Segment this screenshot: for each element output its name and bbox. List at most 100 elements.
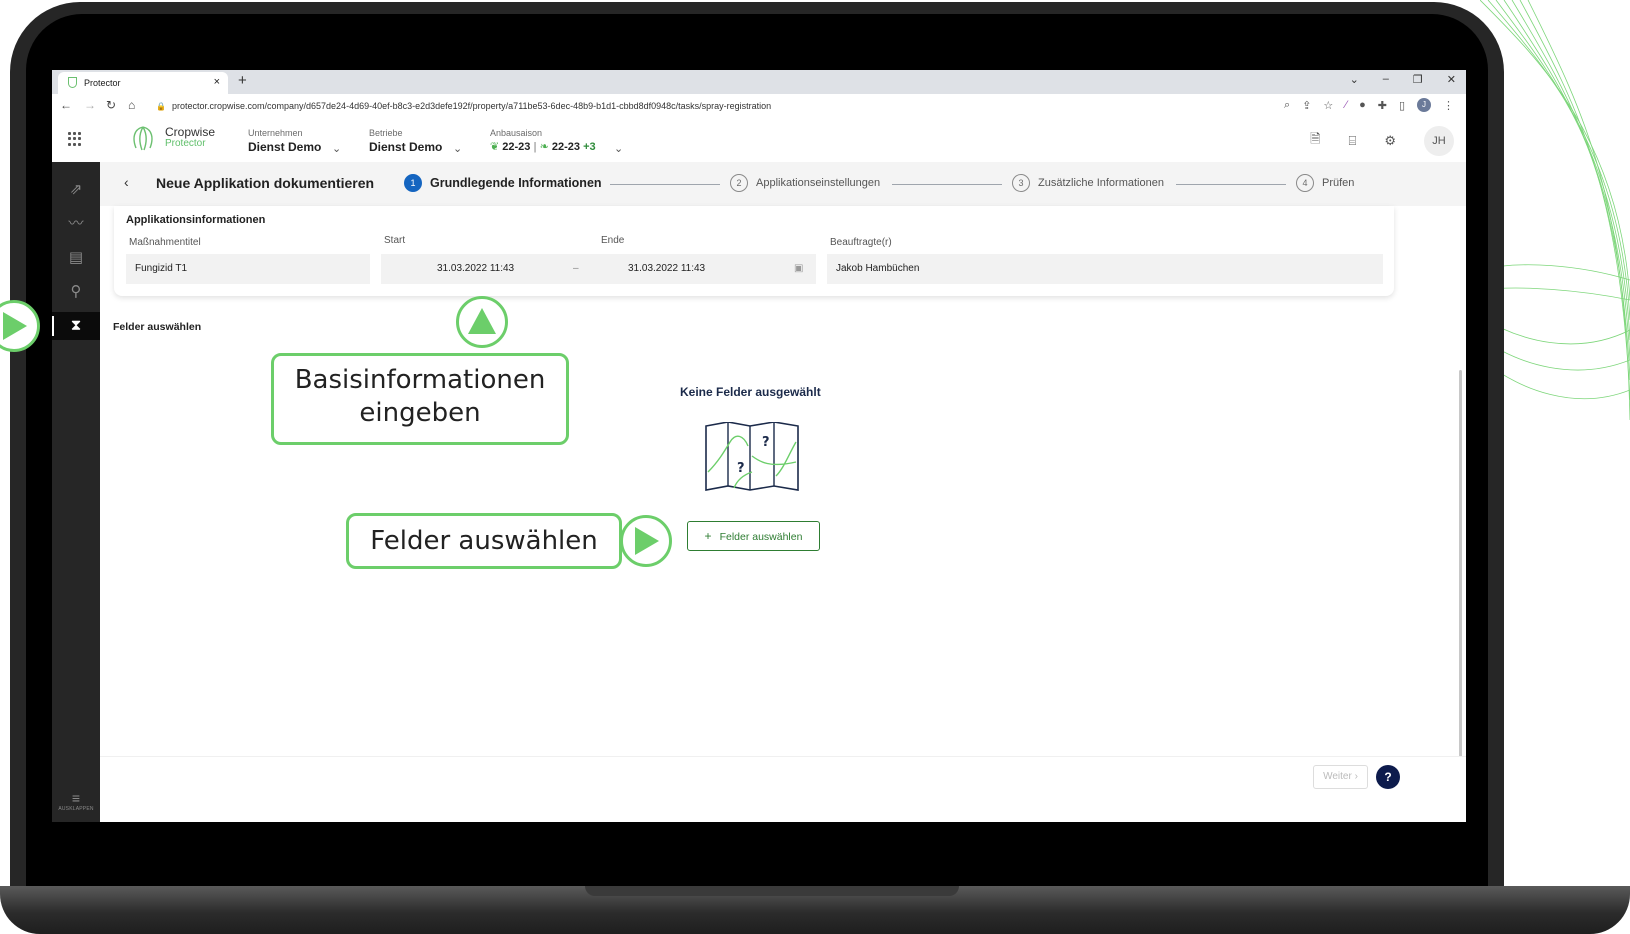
season-2: 22-23 <box>551 141 581 153</box>
next-button[interactable]: Weiter › <box>1313 765 1368 789</box>
callout-line-1: Basisinformationen <box>294 365 546 395</box>
window-controls: ⌄ – ❐ ✕ <box>1350 73 1456 86</box>
up-arrow-icon <box>468 308 496 334</box>
step-1[interactable]: 1 Grundlegende Informationen <box>404 174 602 192</box>
card-title: Applikationsinformationen <box>126 214 266 226</box>
end-date-value: 31.03.2022 11:43 <box>628 263 706 274</box>
app-header: Cropwise Protector Unternehmen Dienst De… <box>52 118 1466 163</box>
step-3[interactable]: 3 Zusätzliche Informationen <box>1012 174 1164 192</box>
zoom-icon[interactable]: ⌕ <box>1284 99 1290 112</box>
expand-menu-icon: ≡ <box>71 790 81 806</box>
calendar-icon[interactable]: ▣ <box>794 254 803 284</box>
share-icon[interactable]: ⇪ <box>1302 99 1311 112</box>
step-connector <box>892 184 1002 185</box>
browser-toolbar-icons: ⌕ ⇪ ☆ ⁄ ● ✚ ▯ J ⋮ <box>1284 98 1454 112</box>
new-tab-button[interactable]: + <box>238 72 247 89</box>
up-pointer-marker <box>456 296 508 348</box>
step-4[interactable]: 4 Prüfen <box>1296 174 1354 192</box>
scrollbar[interactable] <box>1459 370 1462 810</box>
footer-bar: Weiter › ? <box>100 756 1466 822</box>
step-number: 2 <box>730 174 748 192</box>
step-2[interactable]: 2 Applikationseinstellungen <box>730 174 880 192</box>
sidebar-item-analytics-icon[interactable]: 〰 <box>52 210 100 238</box>
date-range-picker[interactable]: 31.03.2022 11:43 – 31.03.2022 11:43 ▣ <box>381 254 816 284</box>
step-label: Applikationseinstellungen <box>756 177 881 189</box>
close-tab-icon[interactable]: × <box>214 76 220 88</box>
chevron-down-icon: ⌄ <box>453 143 463 155</box>
brand-name: Cropwise Protector <box>165 126 215 150</box>
lock-icon: 🔒 <box>156 102 166 111</box>
close-window-icon[interactable]: ✕ <box>1447 73 1456 86</box>
svg-text:?: ? <box>762 435 770 450</box>
step-connector <box>1176 184 1286 185</box>
extension-circle-icon[interactable]: ● <box>1359 99 1366 111</box>
browser-tab[interactable]: Protector × <box>58 72 228 94</box>
stepper-bar: ‹ Neue Applikation dokumentieren 1 Grund… <box>100 162 1466 206</box>
step-connector <box>610 184 720 185</box>
fields-heading: Felder auswählen <box>113 321 202 333</box>
season-values: ❦ 22-23 | ❧ 22-23 +3 <box>490 141 596 153</box>
chevron-down-icon: ⌄ <box>614 143 624 155</box>
extension-pen-icon[interactable]: ⁄ <box>1345 99 1347 111</box>
start-date-value: 31.03.2022 11:43 <box>437 263 515 274</box>
browser-tab-bar: Protector × + ⌄ – ❐ ✕ <box>52 70 1466 94</box>
season-label: Anbausaison <box>490 128 543 138</box>
company-label: Unternehmen <box>248 128 303 138</box>
callout-basic-info: Basisinformationen eingeben <box>271 353 569 445</box>
url-field[interactable]: 🔒 protector.cropwise.com/company/d657de24… <box>156 98 1196 114</box>
play-arrow-icon <box>3 312 27 340</box>
page-title: Neue Applikation dokumentieren <box>156 175 375 191</box>
browser-menu-icon[interactable]: ⋮ <box>1443 99 1454 112</box>
document-icon[interactable]: 🗎 <box>1310 130 1320 152</box>
restore-icon[interactable]: ❐ <box>1413 73 1423 86</box>
brand-title: Cropwise <box>165 125 216 139</box>
plus-icon: + <box>704 529 712 543</box>
bookmark-star-icon[interactable]: ☆ <box>1323 99 1333 112</box>
forward-arrow-icon[interactable]: → <box>84 98 96 112</box>
property-selector[interactable]: Betriebe Dienst Demo ⌄ <box>369 128 462 155</box>
reload-icon[interactable]: ↻ <box>106 98 116 112</box>
title-label: Maßnahmentitel <box>129 237 201 248</box>
assignee-input[interactable]: Jakob Hambüchen <box>827 254 1383 284</box>
step-label: Grundlegende Informationen <box>430 176 602 190</box>
play-arrow-icon <box>635 527 659 555</box>
collapse-label: AUSKLAPPEN <box>58 806 94 812</box>
browser-window: Protector × + ⌄ – ❐ ✕ ← → ↻ ⌂ 🔒 protector… <box>52 70 1466 822</box>
side-panel-icon[interactable]: ▯ <box>1399 99 1405 112</box>
start-label: Start <box>384 235 406 246</box>
header-actions: 🗎 ⌸ ⚙ JH <box>1310 126 1454 156</box>
minimize-icon[interactable]: – <box>1383 73 1389 86</box>
range-separator: – <box>573 263 579 274</box>
end-label: Ende <box>601 235 625 246</box>
chat-icon[interactable]: ⌸ <box>1349 133 1357 149</box>
sidebar-item-storage-icon[interactable]: ▤ <box>52 244 100 272</box>
chevron-down-icon: ⌄ <box>332 143 342 155</box>
back-chevron-icon[interactable]: ‹ <box>124 174 129 190</box>
season-selector[interactable]: Anbausaison ❦ 22-23 | ❧ 22-23 +3 ⌄ <box>490 128 623 155</box>
sidebar-collapse-toggle[interactable]: ≡ AUSKLAPPEN <box>52 790 100 812</box>
gear-icon[interactable]: ⚙ <box>1384 133 1396 149</box>
browser-tab-title: Protector <box>84 78 121 88</box>
company-value: Dienst Demo <box>248 140 322 154</box>
profile-avatar[interactable]: J <box>1417 98 1431 112</box>
tab-search-icon[interactable]: ⌄ <box>1350 73 1359 86</box>
select-fields-button[interactable]: + Felder auswählen <box>687 521 820 551</box>
brand-subtitle: Protector <box>165 138 206 149</box>
user-avatar[interactable]: JH <box>1424 126 1454 156</box>
back-arrow-icon[interactable]: ← <box>60 98 72 112</box>
title-input[interactable]: Fungizid T1 <box>126 254 370 284</box>
step-number: 1 <box>404 174 422 192</box>
help-button[interactable]: ? <box>1376 765 1400 789</box>
sidebar-item-spray-icon[interactable]: ⧗ <box>52 312 100 340</box>
sidebar-item-map-pin-icon[interactable]: ⚲ <box>52 278 100 306</box>
sidebar-item-trend-icon[interactable]: ⇗ <box>52 176 100 204</box>
step-label: Zusätzliche Informationen <box>1038 177 1164 189</box>
extensions-puzzle-icon[interactable]: ✚ <box>1378 99 1387 112</box>
sidebar: ⇗ 〰 ▤ ⚲ ⧗ ≡ AUSKLAPPEN <box>52 162 100 822</box>
home-icon[interactable]: ⌂ <box>128 98 135 112</box>
empty-state-title: Keine Felder ausgewählt <box>680 385 821 399</box>
season-more: +3 <box>583 141 596 153</box>
company-selector[interactable]: Unternehmen Dienst Demo ⌄ <box>248 128 341 155</box>
laptop-notch <box>585 886 959 896</box>
app-switcher-grid-icon[interactable] <box>68 132 82 146</box>
